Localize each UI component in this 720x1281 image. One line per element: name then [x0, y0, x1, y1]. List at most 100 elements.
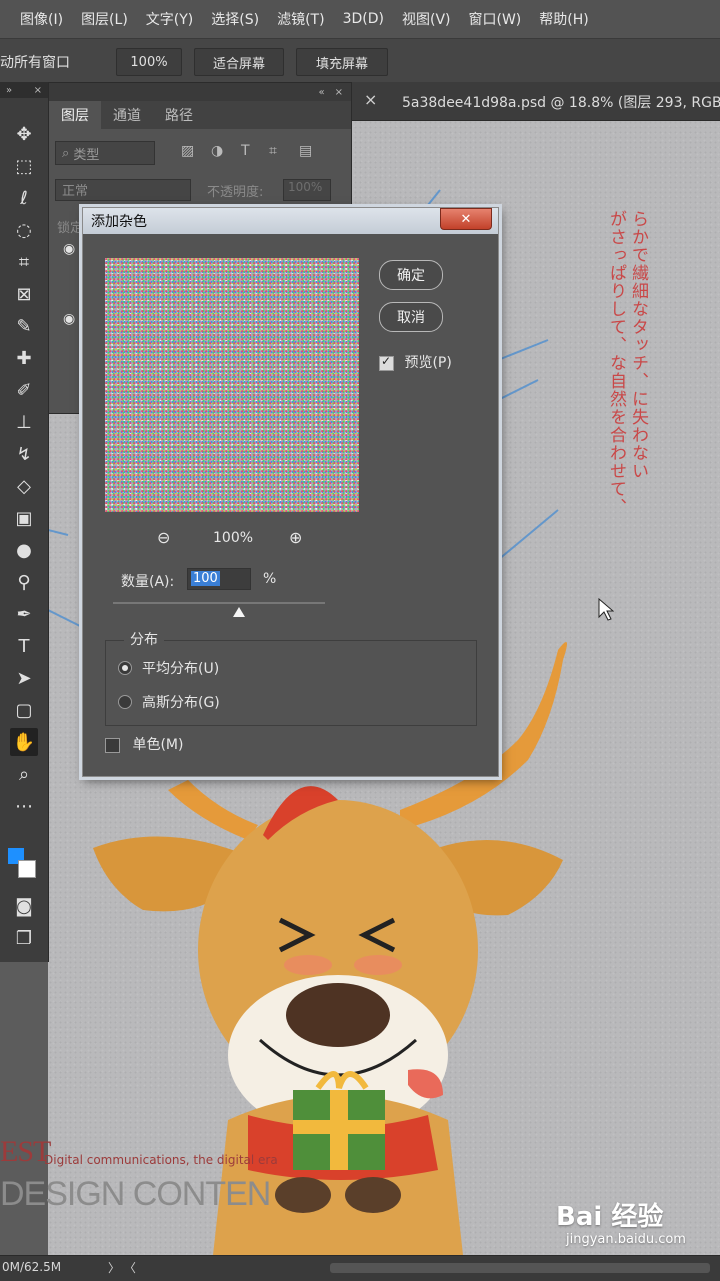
- poster-design-text: DESIGN CONTEN: [0, 1175, 271, 1213]
- shape-filter-icon[interactable]: ⌗: [269, 143, 277, 159]
- dialog-title-bar[interactable]: 添加杂色 ✕: [83, 208, 498, 234]
- dodge-tool-icon[interactable]: ⚲: [10, 568, 38, 596]
- screen-mode-icon[interactable]: ❐: [10, 924, 38, 952]
- eye-icon[interactable]: ◉: [63, 241, 75, 257]
- clone-stamp-tool-icon[interactable]: ⊥: [10, 408, 38, 436]
- add-noise-dialog: 添加杂色 ✕ ⊖ 100% ⊕ 确定 取消 预览(P) 数量(A): 100 %…: [82, 207, 499, 777]
- layers-panel-header[interactable]: «×: [49, 83, 351, 101]
- gaussian-radio[interactable]: [118, 695, 132, 709]
- close-panel-icon[interactable]: ×: [34, 85, 42, 96]
- blend-mode-select[interactable]: 正常: [55, 179, 191, 201]
- menu-layer[interactable]: 图层(L): [81, 9, 128, 29]
- gaussian-label[interactable]: 高斯分布(G): [142, 692, 220, 712]
- frame-tool-icon[interactable]: ⊠: [10, 280, 38, 308]
- opacity-label: 不透明度:: [207, 185, 264, 200]
- noise-preview[interactable]: [105, 258, 359, 512]
- adjustment-filter-icon[interactable]: ◑: [211, 143, 223, 159]
- crop-tool-icon[interactable]: ⌗: [10, 248, 38, 276]
- preview-checkbox-row[interactable]: 预览(P): [379, 352, 452, 372]
- amount-label: 数量(A):: [121, 574, 175, 590]
- path-select-tool-icon[interactable]: ➤: [10, 664, 38, 692]
- status-bar: 0M/62.5M 〉 〈: [0, 1255, 720, 1281]
- watermark-url: jingyan.baidu.com: [566, 1232, 686, 1247]
- distribution-group: 分布 平均分布(U) 高斯分布(G): [105, 629, 477, 726]
- background-color-swatch[interactable]: [18, 860, 36, 878]
- layer-filter-select[interactable]: ⌕ 类型: [55, 141, 155, 165]
- menu-view[interactable]: 视图(V): [402, 9, 451, 29]
- healing-brush-tool-icon[interactable]: ✚: [10, 344, 38, 372]
- history-brush-tool-icon[interactable]: ↯: [10, 440, 38, 468]
- uniform-radio[interactable]: [118, 661, 132, 675]
- menu-select[interactable]: 选择(S): [211, 9, 259, 29]
- ok-button[interactable]: 确定: [379, 260, 443, 290]
- smart-object-filter-icon[interactable]: ▤: [299, 143, 312, 159]
- cancel-button[interactable]: 取消: [379, 302, 443, 332]
- mouse-cursor-icon: [598, 598, 614, 621]
- scroll-all-windows-label[interactable]: 动所有窗口: [0, 52, 70, 72]
- fit-screen-button[interactable]: 适合屏幕: [194, 48, 284, 76]
- amount-input[interactable]: 100: [187, 568, 251, 590]
- eyedropper-tool-icon[interactable]: ✎: [10, 312, 38, 340]
- zoom-100-button[interactable]: 100%: [116, 48, 182, 76]
- monochromatic-row[interactable]: 单色(M): [105, 734, 183, 754]
- search-icon: ⌕: [62, 145, 74, 161]
- pen-tool-icon[interactable]: ✒: [10, 600, 38, 628]
- collapse-icon[interactable]: «: [318, 87, 324, 98]
- japanese-text-line-1: らかで繊細なタッチ、に失わない: [628, 210, 648, 480]
- type-tool-icon[interactable]: T: [10, 632, 38, 660]
- hand-tool-icon[interactable]: ✋: [10, 728, 38, 756]
- close-icon[interactable]: ×: [364, 90, 377, 109]
- type-filter-icon[interactable]: T: [241, 143, 250, 159]
- amount-unit: %: [263, 571, 277, 587]
- quick-mask-icon[interactable]: ◙: [10, 892, 38, 920]
- layer-filter-row: ⌕ 类型 ▨ ◑ T ⌗ ▤: [55, 141, 335, 167]
- marquee-tool-icon[interactable]: ⬚: [10, 152, 38, 180]
- preview-image: [105, 258, 359, 512]
- menu-help[interactable]: 帮助(H): [539, 9, 588, 29]
- gradient-tool-icon[interactable]: ▣: [10, 504, 38, 532]
- status-nav-arrows[interactable]: 〉 〈: [108, 1259, 136, 1276]
- menu-type[interactable]: 文字(Y): [146, 9, 193, 29]
- more-tools-icon[interactable]: ⋯: [10, 792, 38, 820]
- document-size: 0M/62.5M: [2, 1260, 62, 1274]
- options-bar: 动所有窗口 100% 适合屏幕 填充屏幕: [0, 38, 720, 84]
- menu-3d[interactable]: 3D(D): [343, 11, 384, 27]
- preview-checkbox[interactable]: [379, 354, 394, 371]
- watermark-logo: Bai 经验: [556, 1202, 664, 1232]
- blur-tool-icon[interactable]: ●: [10, 536, 38, 564]
- menu-filter[interactable]: 滤镜(T): [277, 9, 324, 29]
- tab-layers[interactable]: 图层: [49, 101, 101, 129]
- amount-slider-track[interactable]: [113, 602, 325, 604]
- menu-bar: 图像(I) 图层(L) 文字(Y) 选择(S) 滤镜(T) 3D(D) 视图(V…: [0, 0, 720, 38]
- dialog-title: 添加杂色: [91, 214, 147, 230]
- shape-tool-icon[interactable]: ▢: [10, 696, 38, 724]
- zoom-tool-icon[interactable]: ⌕: [10, 760, 38, 788]
- uniform-label[interactable]: 平均分布(U): [142, 658, 219, 678]
- image-filter-icon[interactable]: ▨: [181, 143, 194, 159]
- menu-image[interactable]: 图像(I): [20, 9, 63, 29]
- eye-icon[interactable]: ◉: [63, 311, 75, 327]
- opacity-input[interactable]: 100%: [283, 179, 331, 201]
- brush-tool-icon[interactable]: ✐: [10, 376, 38, 404]
- zoom-out-icon[interactable]: ⊖: [157, 528, 170, 547]
- lasso-tool-icon[interactable]: ℓ: [10, 184, 38, 212]
- move-tool-icon[interactable]: ✥: [10, 120, 38, 148]
- quick-select-tool-icon[interactable]: ◌: [10, 216, 38, 244]
- dialog-close-button[interactable]: ✕: [440, 208, 492, 230]
- dialog-body: ⊖ 100% ⊕ 确定 取消 预览(P) 数量(A): 100 % 分布 平均分…: [91, 238, 489, 770]
- document-tab[interactable]: 5a38dee41d98a.psd @ 18.8% (图层 293, RGB/8…: [402, 92, 720, 112]
- baidu-watermark: Bai 经验 jingyan.baidu.com: [556, 1196, 686, 1247]
- toolbox-header[interactable]: » ×: [0, 82, 48, 98]
- eraser-tool-icon[interactable]: ◇: [10, 472, 38, 500]
- tab-channels[interactable]: 通道: [101, 101, 153, 129]
- tab-paths[interactable]: 路径: [153, 101, 205, 129]
- expand-icon[interactable]: »: [6, 85, 12, 96]
- close-panel-icon[interactable]: ×: [335, 87, 343, 98]
- zoom-in-icon[interactable]: ⊕: [289, 528, 302, 547]
- preview-zoom-level: 100%: [213, 530, 254, 546]
- amount-slider-thumb[interactable]: [233, 607, 245, 617]
- fill-screen-button[interactable]: 填充屏幕: [296, 48, 388, 76]
- horizontal-scrollbar[interactable]: [330, 1263, 710, 1273]
- monochromatic-checkbox[interactable]: [105, 737, 120, 753]
- menu-window[interactable]: 窗口(W): [469, 9, 522, 29]
